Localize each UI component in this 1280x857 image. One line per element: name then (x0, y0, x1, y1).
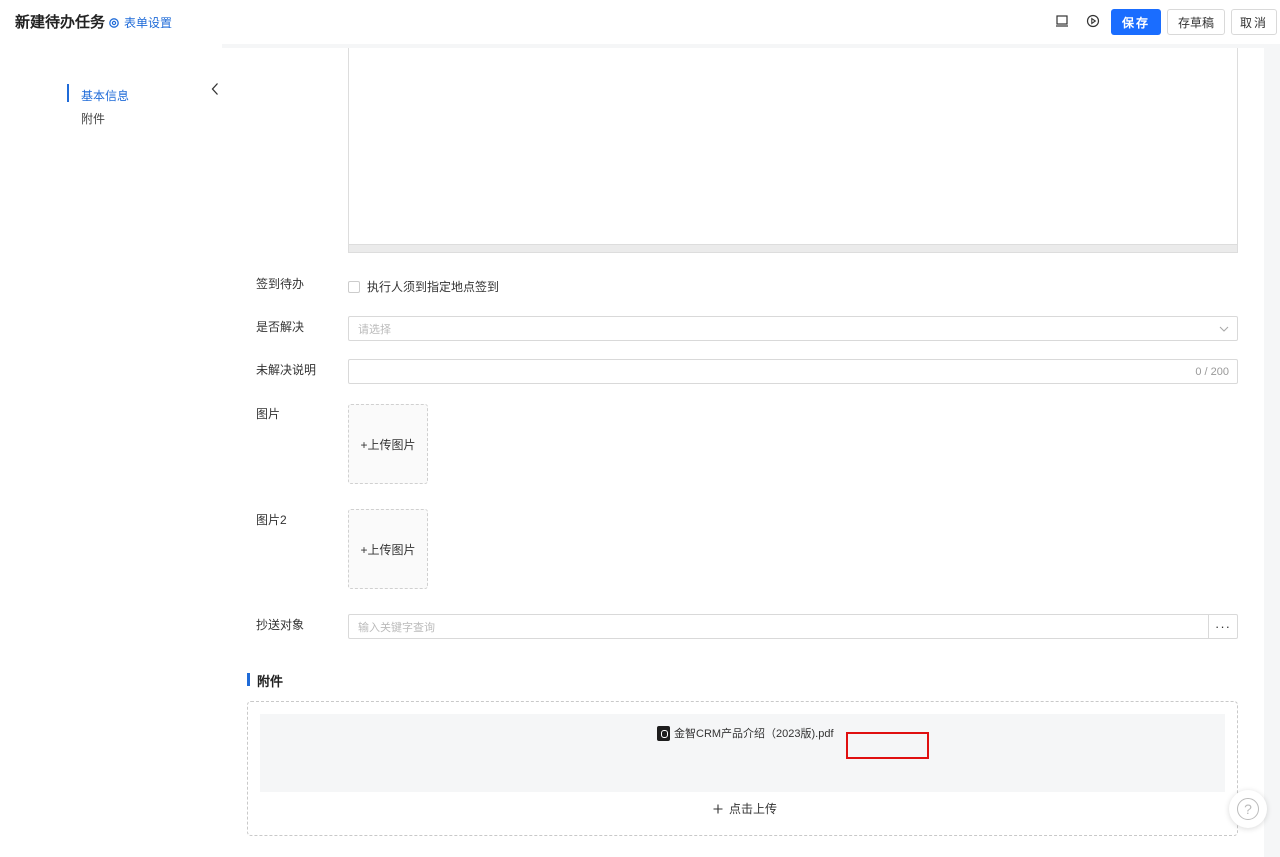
resolved-placeholder: 请选择 (358, 323, 391, 336)
cc-field: 输入关键字查询 ··· (348, 614, 1238, 639)
help-button[interactable]: ? (1229, 790, 1267, 828)
page-header: 新建待办任务 表单设置 保存 存草稿 取消 (0, 0, 1280, 44)
save-draft-button[interactable]: 存草稿 (1167, 9, 1225, 35)
form-settings-label: 表单设置 (124, 16, 173, 30)
nav-item-attachments[interactable]: 附件 (81, 110, 105, 127)
unresolved-input[interactable]: 0 / 200 (348, 359, 1238, 384)
rich-text-editor[interactable] (348, 48, 1238, 253)
attachments-section-title: 附件 (247, 671, 283, 690)
checkin-checkbox[interactable] (348, 280, 360, 293)
question-icon: ? (1237, 798, 1259, 820)
unresolved-label: 未解决说明 (256, 363, 317, 377)
checkin-label: 签到待办 (256, 277, 305, 291)
image2-upload-button[interactable]: +上传图片 (348, 509, 428, 589)
cc-label: 抄送对象 (256, 618, 305, 632)
cc-more-button[interactable]: ··· (1209, 615, 1237, 638)
resolved-label: 是否解决 (256, 320, 305, 334)
nav-item-basic-info[interactable]: 基本信息 (66, 84, 129, 104)
form-settings-link[interactable]: 表单设置 (108, 14, 172, 31)
attachment-list: 金智CRM产品介绍（2023版).pdf (260, 714, 1225, 792)
file-icon (657, 725, 670, 741)
plus-icon (713, 804, 723, 813)
image-label: 图片 (256, 407, 281, 421)
cc-search-input[interactable]: 输入关键字查询 (349, 615, 1209, 638)
highlight-box (846, 732, 929, 759)
page-title: 新建待办任务 (15, 14, 106, 31)
left-nav: 基本信息 附件 (0, 44, 222, 857)
gear-icon (109, 17, 119, 28)
image-upload-button[interactable]: +上传图片 (348, 404, 428, 484)
monitor-icon[interactable] (1055, 14, 1069, 28)
play-preview-icon[interactable] (1086, 14, 1100, 28)
chevron-down-icon (1219, 326, 1229, 332)
cancel-button[interactable]: 取消 (1231, 9, 1277, 35)
right-scroll-area (1264, 48, 1280, 857)
checkin-option-label: 执行人须到指定地点签到 (367, 280, 500, 294)
checkin-option[interactable]: 执行人须到指定地点签到 (348, 278, 499, 295)
resolved-select[interactable]: 请选择 (348, 316, 1238, 341)
click-upload-button[interactable]: 点击上传 (713, 800, 777, 817)
form-main: 签到待办 执行人须到指定地点签到 是否解决 请选择 未解决说明 0 / 200 … (222, 48, 1264, 857)
click-upload-label: 点击上传 (729, 802, 778, 816)
attachment-file-name: 金智CRM产品介绍（2023版).pdf (674, 728, 834, 740)
attachment-dropzone[interactable]: 金智CRM产品介绍（2023版).pdf 点击上传 (247, 701, 1238, 836)
char-counter: 0 / 200 (1195, 365, 1229, 378)
image2-label: 图片2 (256, 513, 287, 527)
attachment-file[interactable]: 金智CRM产品介绍（2023版).pdf (657, 725, 834, 741)
collapse-nav-button[interactable] (208, 74, 222, 104)
chevron-left-icon (211, 83, 218, 95)
save-button[interactable]: 保存 (1111, 9, 1161, 35)
editor-horizontal-scrollbar[interactable] (349, 244, 1237, 252)
